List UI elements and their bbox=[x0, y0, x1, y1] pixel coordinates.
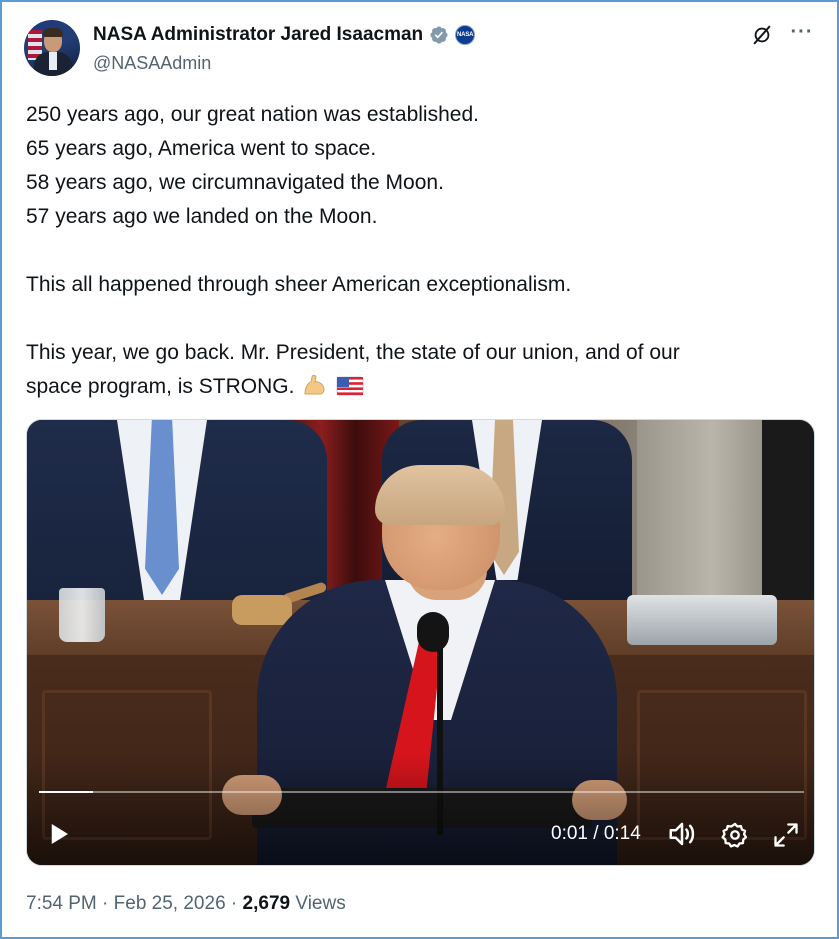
tweet-line-2: 65 years ago, America went to space. bbox=[26, 137, 377, 160]
views-count[interactable]: 2,679 bbox=[243, 893, 291, 914]
tweet-date[interactable]: Feb 25, 2026 bbox=[114, 893, 226, 914]
video-time-display: 0:01 / 0:14 bbox=[551, 823, 641, 844]
tweet-line-3: 58 years ago, we circumnavigated the Moo… bbox=[26, 171, 444, 194]
meta-separator: · bbox=[230, 893, 238, 914]
tweet-line-1: 250 years ago, our great nation was esta… bbox=[26, 103, 479, 126]
author-display-name[interactable]: NASA Administrator Jared Isaacman bbox=[93, 24, 423, 46]
video-frame bbox=[27, 420, 814, 865]
avatar-hair bbox=[43, 28, 63, 37]
tweet-text: 250 years ago, our great nation was esta… bbox=[26, 98, 816, 404]
video-player[interactable]: 0:01 / 0:14 bbox=[26, 419, 815, 866]
author-handle[interactable]: @NASAAdmin bbox=[93, 53, 211, 74]
nasa-badge-icon[interactable]: NASA bbox=[455, 25, 476, 45]
flexed-biceps-emoji bbox=[304, 375, 325, 395]
video-progress-track[interactable] bbox=[39, 791, 804, 793]
video-silver-inkstand bbox=[627, 595, 777, 645]
tweet-meta: 7:54 PM · Feb 25, 2026 · 2,679 Views bbox=[26, 893, 346, 915]
video-progress-fill[interactable] bbox=[39, 791, 93, 793]
tweet-line-4: 57 years ago we landed on the Moon. bbox=[26, 205, 378, 228]
us-flag-emoji bbox=[336, 376, 364, 396]
video-gavel bbox=[232, 595, 292, 625]
more-icon[interactable]: ··· bbox=[789, 22, 815, 48]
fullscreen-icon[interactable] bbox=[772, 821, 800, 849]
avatar-shirt bbox=[49, 52, 57, 70]
meta-separator: · bbox=[102, 893, 109, 914]
volume-icon[interactable] bbox=[667, 819, 697, 849]
tweet-header: NASA Administrator Jared Isaacman NASA @… bbox=[24, 20, 817, 80]
settings-icon[interactable] bbox=[721, 821, 749, 849]
author-avatar[interactable] bbox=[24, 20, 80, 76]
tweet-paragraph-3-line-2: space program, is STRONG. bbox=[26, 370, 816, 404]
tweet-time[interactable]: 7:54 PM bbox=[26, 893, 97, 914]
verified-badge-icon[interactable] bbox=[429, 25, 449, 45]
video-glass bbox=[59, 588, 105, 642]
nasa-badge-text: NASA bbox=[457, 32, 474, 38]
tweet-card: NASA Administrator Jared Isaacman NASA @… bbox=[0, 0, 839, 939]
tweet-paragraph-3-text: space program, is STRONG. bbox=[26, 375, 295, 398]
tweet-paragraph-2: This all happened through sheer American… bbox=[26, 273, 572, 296]
play-icon[interactable] bbox=[43, 819, 73, 849]
video-mic-head bbox=[417, 612, 449, 652]
views-label: Views bbox=[295, 893, 346, 914]
video-dark-panel bbox=[762, 420, 814, 610]
grok-icon[interactable] bbox=[751, 24, 773, 46]
tweet-paragraph-3-line-1: This year, we go back. Mr. President, th… bbox=[26, 341, 680, 364]
video-speaker-hair bbox=[375, 465, 505, 525]
author-name-row: NASA Administrator Jared Isaacman NASA bbox=[93, 24, 476, 46]
